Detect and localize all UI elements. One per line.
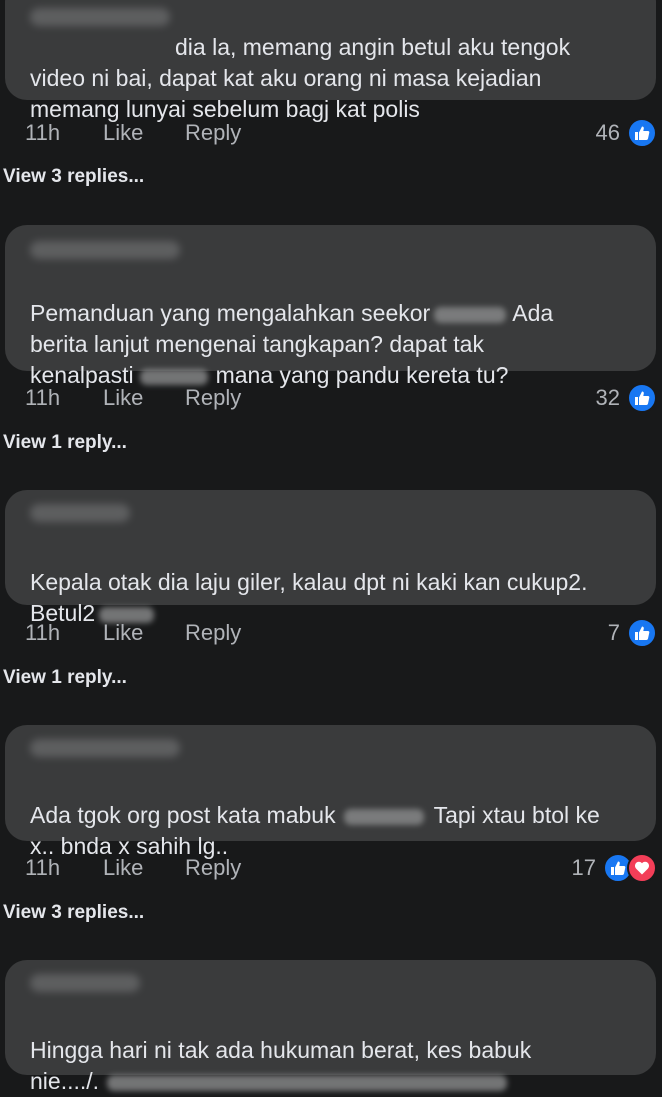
reply-button[interactable]: Reply [185, 120, 241, 146]
like-icon [627, 383, 657, 413]
reaction-summary[interactable]: 46 [596, 113, 657, 153]
comment-bubble: Ada tgok org post kata mabuk Tapi xtau bt… [5, 725, 656, 859]
comment-bubble: Kepala otak dia laju giler, kalau dpt ni… [5, 490, 656, 626]
view-replies-link[interactable]: View 3 replies... [3, 902, 144, 924]
love-icon [627, 853, 657, 883]
reaction-count: 32 [595, 385, 620, 410]
reaction-summary[interactable]: 32 [596, 378, 657, 418]
reaction-summary[interactable]: 17 [572, 848, 657, 888]
comment-actions: 11h Like Reply 46 [25, 113, 657, 153]
redacted-word [343, 808, 424, 825]
comment-text: dia la, memang angin betul aku tengok vi… [30, 34, 571, 122]
view-replies-link[interactable]: View 1 reply... [3, 667, 127, 689]
comment-timestamp[interactable]: 11h [25, 120, 103, 146]
comment-bubble: Hingga hari ni tak ada hukuman berat, ke… [5, 960, 656, 1094]
like-button[interactable]: Like [103, 385, 185, 411]
comment-timestamp[interactable]: 11h [25, 855, 103, 881]
view-replies-link[interactable]: View 3 replies... [3, 166, 144, 188]
reaction-summary[interactable]: 7 [608, 613, 657, 653]
comment-bubble: Pemanduan yang mengalahkan seekor Ada ber… [5, 225, 656, 388]
view-replies-link[interactable]: View 1 reply... [3, 432, 127, 454]
like-icon [627, 618, 657, 648]
reaction-count: 17 [571, 855, 596, 880]
redacted-commenter-name[interactable] [30, 241, 180, 259]
reply-button[interactable]: Reply [185, 855, 241, 881]
redacted-commenter-name[interactable] [30, 739, 180, 757]
reply-button[interactable]: Reply [185, 385, 241, 411]
comment-timestamp[interactable]: 11h [25, 620, 103, 646]
like-button[interactable]: Like [103, 620, 185, 646]
like-icon [627, 118, 657, 148]
redacted-commenter-name[interactable] [30, 504, 130, 522]
comment-actions: 11h Like Reply 7 [25, 613, 657, 653]
reaction-count: 7 [607, 620, 620, 645]
comment-actions: 11h Like Reply 17 [25, 848, 657, 888]
reaction-count: 46 [595, 120, 620, 145]
redacted-commenter-name[interactable] [30, 974, 140, 992]
like-button[interactable]: Like [103, 855, 185, 881]
comment-text: Pemanduan yang mengalahkan seekor Ada ber… [30, 300, 554, 388]
redacted-word [107, 1074, 508, 1091]
redacted-word [434, 306, 507, 323]
like-button[interactable]: Like [103, 120, 185, 146]
comment-actions: 11h Like Reply 32 [25, 378, 657, 418]
comment-timestamp[interactable]: 11h [25, 385, 103, 411]
reply-button[interactable]: Reply [185, 620, 241, 646]
comment-text: Hingga hari ni tak ada hukuman berat, ke… [30, 1037, 532, 1094]
comment-bubble: dia la, memang angin betul aku tengok vi… [5, 0, 656, 122]
